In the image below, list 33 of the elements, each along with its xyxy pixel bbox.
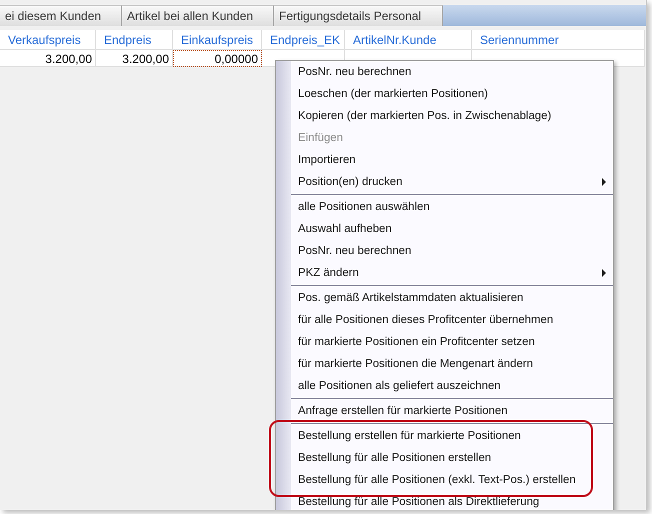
- menu-item[interactable]: Pos. gemäß Artikelstammdaten aktualisieren: [276, 287, 613, 309]
- menu-item[interactable]: PosNr. neu berechnen: [276, 240, 613, 262]
- menu-item[interactable]: Bestellung für alle Positionen erstellen: [276, 447, 613, 469]
- menu-item[interactable]: PosNr. neu berechnen: [276, 61, 613, 83]
- tab[interactable]: Fertigungsdetails Personal: [274, 5, 443, 26]
- menu-item[interactable]: Kopieren (der markierten Pos. in Zwischenablage): [276, 105, 613, 127]
- table-cell: 3.200,00: [96, 50, 173, 67]
- table-cell: 0,00000: [173, 50, 262, 67]
- menu-item[interactable]: Bestellung für alle Positionen (exkl. Text-Pos.) erstellen: [276, 469, 613, 491]
- submenu-arrow-icon: [602, 269, 607, 277]
- column-header[interactable]: Verkaufspreis: [0, 30, 96, 50]
- menu-item[interactable]: alle Positionen als geliefert auszeichnen: [276, 375, 613, 397]
- menu-item[interactable]: alle Positionen auswählen: [276, 196, 613, 218]
- menu-item[interactable]: Loeschen (der markierten Positionen): [276, 83, 613, 105]
- menu-item[interactable]: Bestellung erstellen für markierte Positionen: [276, 425, 613, 447]
- column-header[interactable]: Endpreis: [96, 30, 173, 50]
- column-header[interactable]: Einkaufspreis: [173, 30, 262, 50]
- table-cell: 3.200,00: [0, 50, 96, 67]
- menu-item[interactable]: Auswahl aufheben: [276, 218, 613, 240]
- submenu-arrow-icon: [602, 178, 607, 186]
- menu-item[interactable]: Importieren: [276, 149, 613, 171]
- menu-item[interactable]: für markierte Positionen ein Profitcenter setzen: [276, 331, 613, 353]
- column-header[interactable]: ArtikelNr.Kunde: [345, 30, 472, 50]
- menu-item[interactable]: Anfrage erstellen für markierte Positionen: [276, 400, 613, 422]
- menu-item[interactable]: für alle Positionen dieses Profitcenter übernehmen: [276, 309, 613, 331]
- menu-item[interactable]: für markierte Positionen die Mengenart ändern: [276, 353, 613, 375]
- menu-item[interactable]: Position(en) drucken: [276, 171, 613, 193]
- tab[interactable]: Artikel bei allen Kunden: [122, 5, 274, 26]
- column-header[interactable]: Seriennummer: [472, 30, 645, 50]
- menu-item[interactable]: PKZ ändern: [276, 262, 613, 284]
- column-header[interactable]: Endpreis_EK: [262, 30, 345, 50]
- menu-item[interactable]: Bestellung für alle Positionen als Direktlieferung: [276, 491, 613, 510]
- tab[interactable]: ei diesem Kunden: [0, 5, 122, 26]
